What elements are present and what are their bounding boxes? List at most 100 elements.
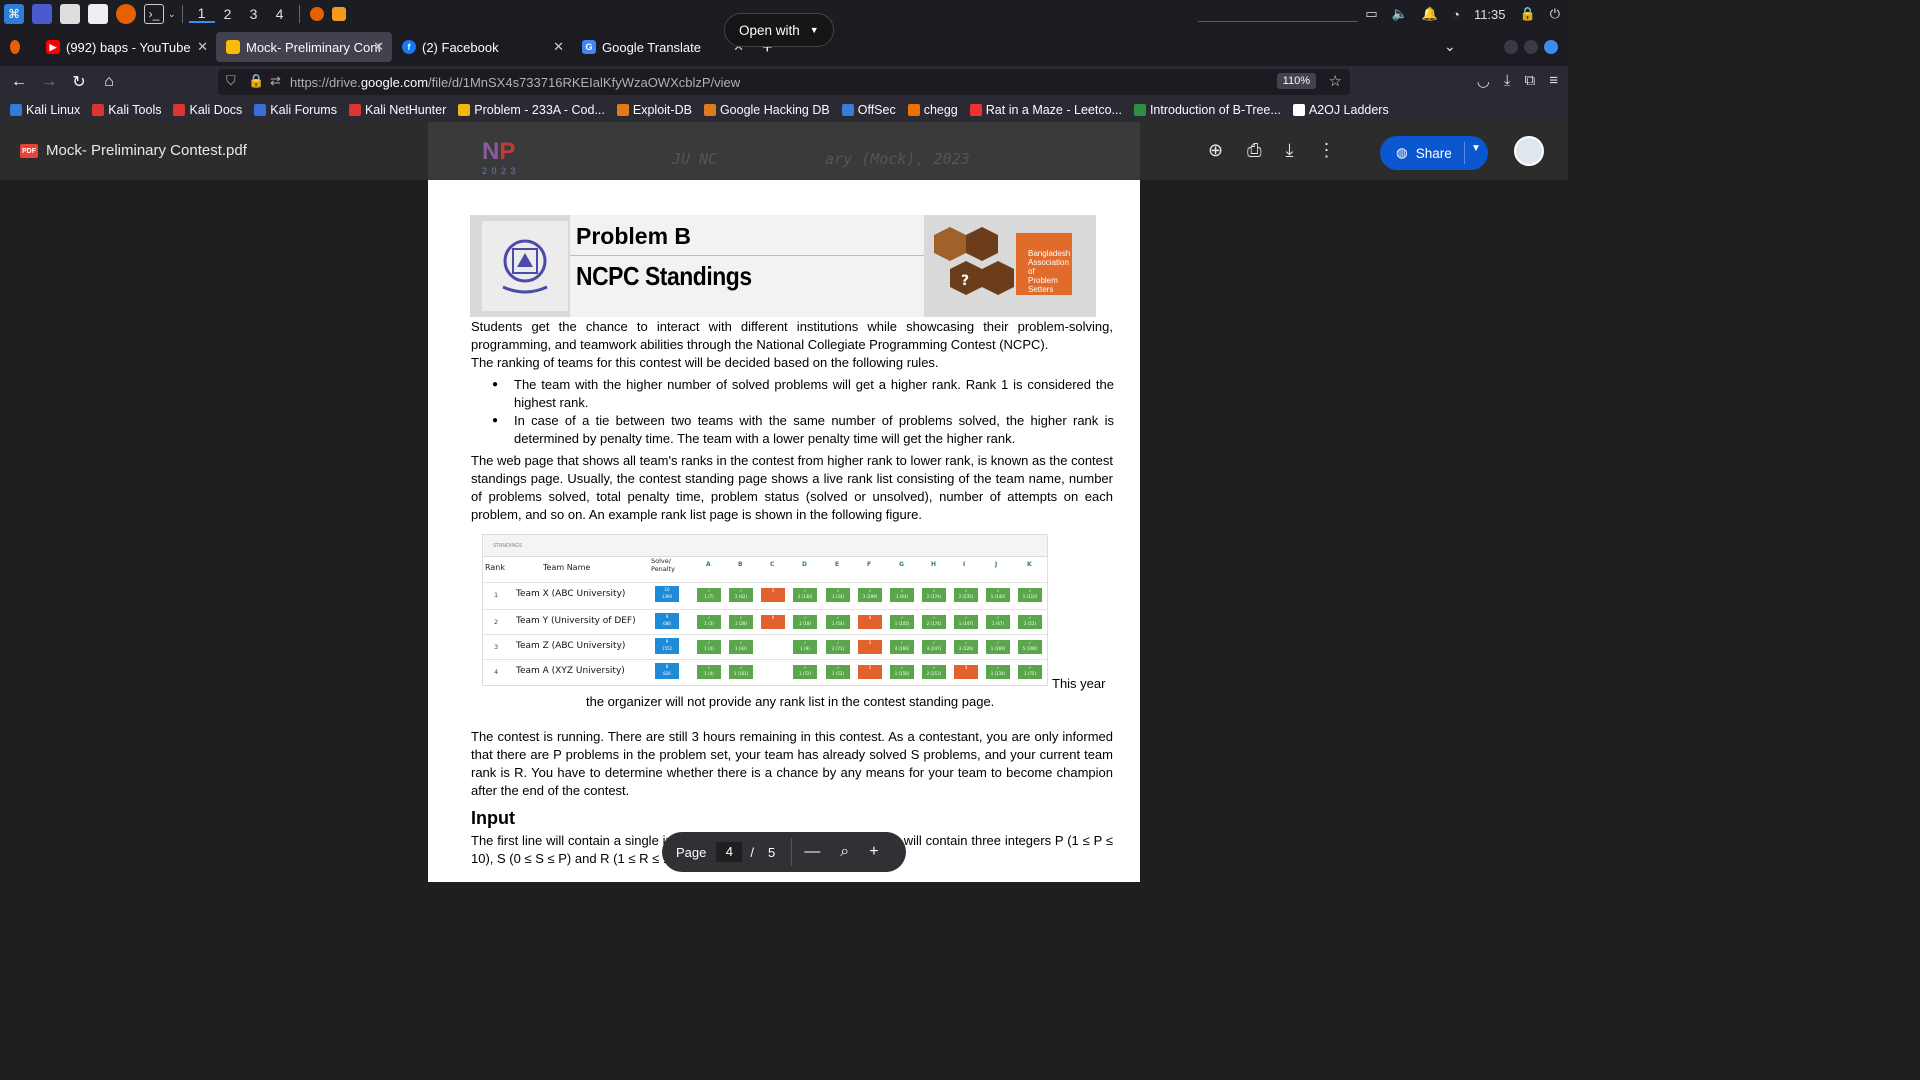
display-icon[interactable]: ▭ — [1365, 6, 1377, 22]
table-row: 3 Team Z (ABC University) 9 1552 ✓ 1 (4) ✓ 1 (9… — [483, 634, 1047, 658]
problem-status-cell: ✓ 2 (52) — [1018, 615, 1042, 629]
sublime-window-icon[interactable] — [331, 7, 346, 21]
pocket-icon[interactable]: ◡ — [1477, 72, 1490, 90]
problem-status-cell: ✓ 1 (52) — [826, 665, 850, 679]
problem-column-header: A — [706, 561, 711, 568]
file-manager-icon[interactable] — [60, 4, 80, 24]
university-seal-icon — [482, 221, 568, 311]
bookmark-item[interactable]: OffSec — [841, 103, 896, 117]
tab-label: Mock- Preliminary Conte — [246, 39, 380, 55]
text-editor-icon[interactable] — [88, 4, 108, 24]
page-number-input[interactable]: 4 — [716, 842, 743, 862]
workspace-3[interactable]: 3 — [241, 6, 267, 22]
problem-status-cell: ✓ 4 (166) — [890, 640, 914, 654]
problem-status-cell: ✓ 2 (62) — [729, 588, 753, 602]
add-to-drive-icon[interactable]: ⊕ — [1208, 140, 1223, 161]
bookmark-item[interactable]: Exploit-DB — [616, 103, 692, 117]
bookmark-item[interactable]: Kali Tools — [92, 103, 161, 117]
table-row: 2 Team Y (University of DEF) 9 688 ✓ 1 (3) ✓ 1 … — [483, 609, 1047, 633]
back-arrow-icon[interactable]: ← — [4, 73, 34, 91]
workspace-1[interactable]: 1 — [188, 5, 215, 23]
print-icon[interactable]: ⎙ — [1247, 140, 1261, 161]
facebook-icon: f — [402, 40, 416, 54]
more-options-icon[interactable]: ⋮ — [1317, 140, 1335, 161]
workspace-2[interactable]: 2 — [215, 6, 241, 22]
close-icon[interactable]: ✕ — [373, 39, 384, 55]
clock-icon: ◔ — [1452, 6, 1460, 22]
avatar[interactable] — [1514, 136, 1544, 166]
tab-facebook[interactable]: f (2) Facebook ✕ — [392, 28, 572, 66]
bookmark-star-icon[interactable]: ☆ — [1329, 72, 1342, 90]
shield-icon[interactable]: ⛉ — [226, 73, 236, 89]
google-translate-icon: G — [582, 40, 596, 54]
bookmark-item[interactable]: chegg — [907, 103, 958, 117]
bookmark-item[interactable]: Introduction of B-Tree... — [1133, 103, 1281, 117]
bookmark-item[interactable]: Rat in a Maze - Leetco... — [969, 103, 1122, 117]
bookmark-item[interactable]: Kali Docs — [173, 103, 242, 117]
lock-icon[interactable]: 🔒 — [248, 73, 264, 89]
bookmark-item[interactable]: Kali Forums — [254, 103, 337, 117]
menu-icon[interactable]: ≡ — [1549, 72, 1558, 90]
bookmark-label: chegg — [923, 103, 958, 117]
open-with-button[interactable]: Open with ▼ — [724, 13, 834, 47]
problem-status-cell: ✓ 1 (105) — [890, 615, 914, 629]
zoom-icon[interactable]: ⌕ — [840, 843, 849, 861]
zoom-in-icon[interactable]: + — [869, 843, 878, 861]
home-icon[interactable]: ⌂ — [94, 73, 124, 91]
firefox-icon[interactable] — [116, 4, 136, 24]
minimize-icon[interactable] — [1504, 40, 1518, 54]
bookmark-item[interactable]: Kali Linux — [10, 103, 80, 117]
problem-status-cell: ✓ 3 (226) — [954, 640, 978, 654]
extensions-icon[interactable]: ⧉ — [1525, 72, 1536, 90]
bookmark-item[interactable]: Kali NetHunter — [348, 103, 446, 117]
list-all-tabs-icon[interactable]: ⌄ — [1444, 38, 1456, 55]
download-icon[interactable]: ⤓ — [1286, 140, 1294, 161]
tab-label: (2) Facebook — [422, 39, 499, 55]
kali-menu-icon[interactable]: ⌘ — [4, 4, 24, 24]
workspace-4[interactable]: 4 — [267, 6, 293, 22]
download-icon[interactable]: ⤓ — [1504, 72, 1511, 90]
permissions-icon[interactable]: ⇄ — [270, 73, 281, 89]
firefox-window-icon[interactable] — [309, 7, 324, 21]
clock-time[interactable]: 11:35 — [1474, 7, 1506, 22]
zoom-level[interactable]: 110% — [1276, 73, 1316, 89]
problem-status-cell: ✓ 2 (174) — [922, 588, 946, 602]
divider — [1464, 142, 1465, 164]
tab-drive-pdf[interactable]: Mock- Preliminary Conte ✕ — [216, 32, 392, 62]
bookmark-item[interactable]: Problem - 233A - Cod... — [458, 103, 605, 117]
terminal-icon[interactable]: ›_ — [144, 4, 164, 24]
problem-status-cell: ✓ 1 (34) — [826, 588, 850, 602]
paragraph-intro: Students get the chance to interact with… — [471, 319, 1113, 352]
paragraph-this-year: This year — [1052, 676, 1106, 691]
header-team-name: Team Name — [543, 563, 591, 572]
maximize-icon[interactable] — [1524, 40, 1538, 54]
tab-youtube[interactable]: ▶ (992) baps - YouTube ✕ — [36, 28, 216, 66]
zoom-out-icon[interactable]: — — [804, 843, 820, 861]
close-icon[interactable]: ✕ — [197, 39, 208, 55]
bookmark-item[interactable]: Google Hacking DB — [703, 103, 830, 117]
url-bar[interactable]: ⛉ 🔒 ⇄ https://drive.google.com/file/d/1M… — [218, 69, 1350, 95]
chevron-down-icon[interactable]: ⌄ — [168, 9, 176, 20]
desktop-icon[interactable] — [32, 4, 52, 24]
bookmark-favicon-icon — [841, 104, 854, 116]
bookmark-label: Kali Forums — [270, 103, 337, 117]
row-solve-penalty: 9 1552 — [655, 638, 679, 654]
toolbar-right: ◡ ⤓ ⧉ ≡ — [1477, 72, 1558, 90]
power-icon[interactable]: ⏻ — [1550, 6, 1560, 22]
bookmark-item[interactable]: A2OJ Ladders — [1292, 103, 1389, 117]
problem-status-cell: 4 — [858, 615, 882, 629]
close-icon[interactable]: ✕ — [553, 39, 564, 55]
close-window-icon[interactable] — [1544, 40, 1558, 54]
problem-column-header: E — [835, 561, 840, 568]
lock-icon[interactable]: 🔒 — [1520, 6, 1536, 22]
notification-bell-icon[interactable]: 🔔 — [1422, 6, 1438, 22]
url-text[interactable]: https://drive.google.com/file/d/1MnSX4s7… — [290, 75, 740, 90]
share-dropdown-icon[interactable]: ▼ — [1471, 143, 1481, 154]
volume-icon[interactable]: 🔈 — [1392, 6, 1408, 22]
problem-status-cell: ✓ 2 (71) — [826, 640, 850, 654]
firefox-view-icon[interactable] — [0, 28, 36, 66]
share-button[interactable]: ◍ Share ▼ — [1380, 136, 1488, 170]
forward-arrow-icon[interactable]: → — [34, 73, 64, 91]
problem-status-cell: ✓ 1 (7) — [697, 588, 721, 602]
reload-icon[interactable]: ↻ — [64, 72, 94, 92]
